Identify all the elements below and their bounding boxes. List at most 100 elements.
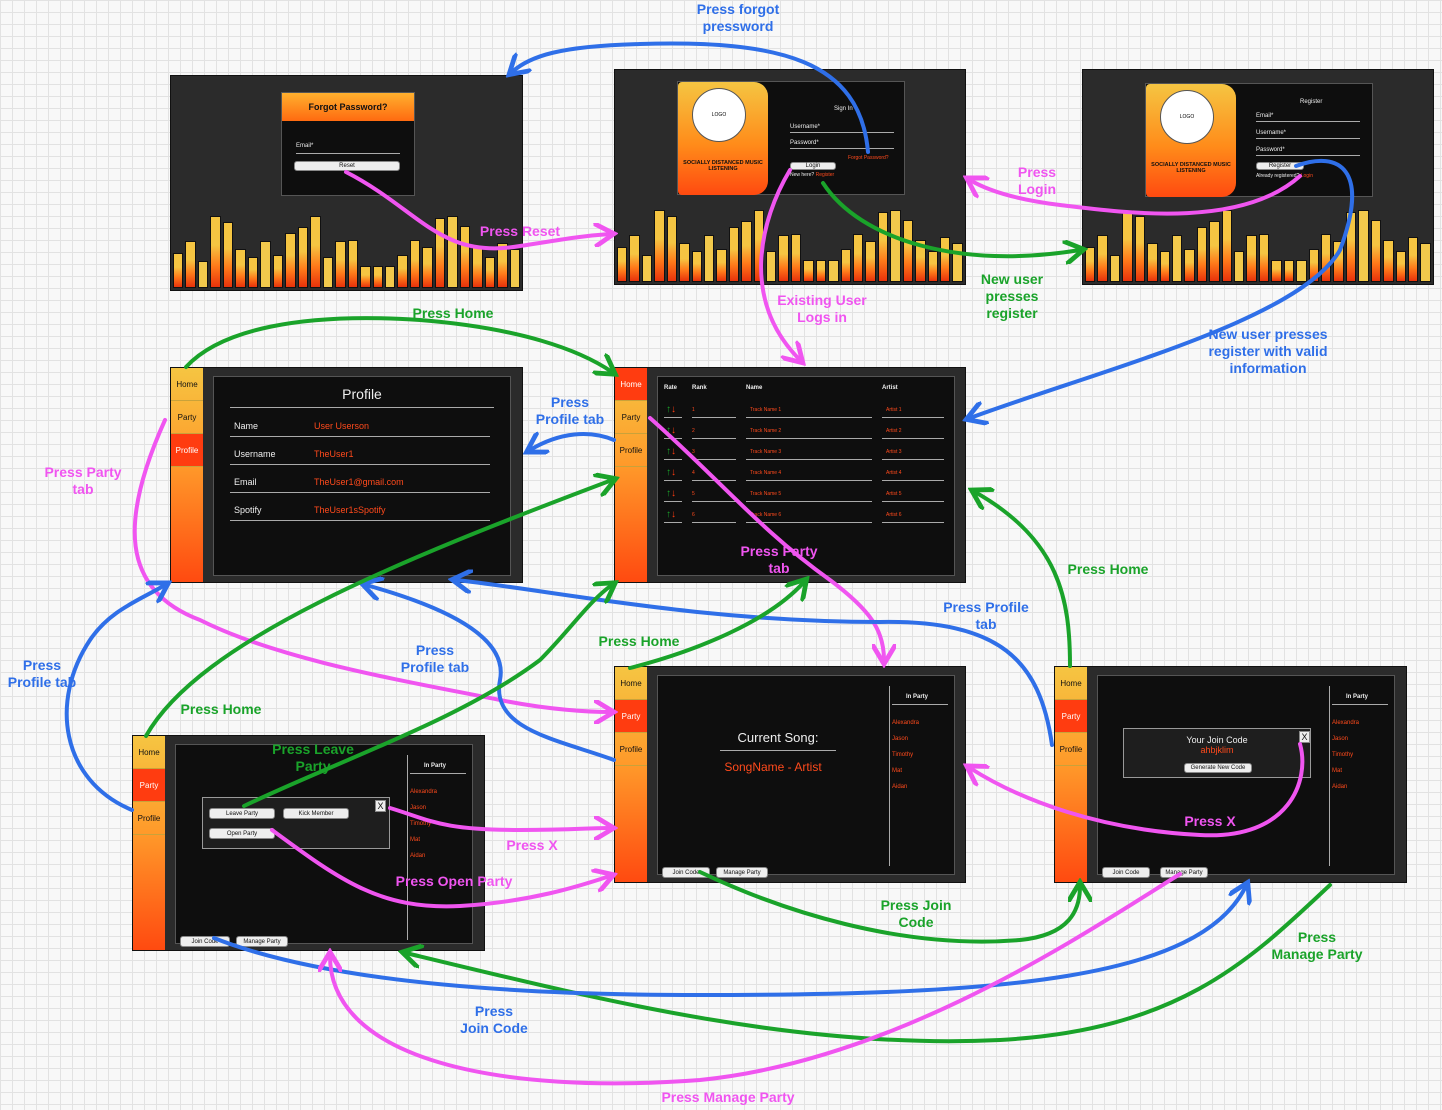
row-divider	[882, 417, 944, 418]
tab-profile[interactable]: Profile	[1055, 733, 1087, 766]
join-code-button[interactable]: Join Code	[662, 867, 710, 878]
leave-party-button[interactable]: Leave Party	[209, 808, 275, 819]
row-divider	[746, 417, 872, 418]
tab-party[interactable]: Party	[1055, 700, 1087, 733]
in-party-underline	[892, 704, 948, 705]
equalizer-bar	[853, 233, 864, 282]
equalizer-bar	[1370, 219, 1382, 282]
login-button[interactable]: Login	[790, 162, 836, 170]
label-press-profile-tab-mid: Press Profile tab	[400, 642, 470, 675]
open-party-button[interactable]: Open Party	[209, 828, 275, 839]
join-code-button[interactable]: Join Code	[180, 936, 230, 947]
members-list: Alexandra Jason Timothy Mat Aidan	[1332, 720, 1359, 800]
tab-profile[interactable]: Profile	[171, 434, 203, 467]
close-icon[interactable]: X	[1299, 731, 1310, 743]
manage-party-button[interactable]: Manage Party	[236, 936, 288, 947]
song-name: SongName - Artist	[724, 760, 822, 774]
member-name: Alexandra	[892, 720, 920, 726]
tab-home[interactable]: Home	[133, 736, 165, 769]
equalizer-bar	[260, 241, 271, 288]
equalizer-bar	[1221, 210, 1233, 282]
equalizer-bar	[1283, 260, 1295, 282]
manage-party-button[interactable]: Manage Party	[716, 867, 768, 878]
tab-profile[interactable]: Profile	[615, 733, 647, 766]
tab-party[interactable]: Party	[171, 401, 203, 434]
row-divider	[664, 438, 682, 439]
row-divider	[746, 438, 872, 439]
manage-party-button[interactable]: Manage Party	[1160, 867, 1208, 878]
equalizer-bar	[1109, 254, 1121, 282]
table-header: Name	[746, 385, 763, 391]
row-divider	[882, 501, 944, 502]
rate-arrows[interactable]: ↑↓	[666, 446, 676, 457]
rate-arrows[interactable]: ↑↓	[666, 404, 676, 415]
equalizer-bar	[1383, 239, 1394, 282]
rate-arrows[interactable]: ↑↓	[666, 509, 676, 520]
password-field[interactable]	[790, 148, 894, 149]
tab-home[interactable]: Home	[615, 667, 647, 700]
kick-member-button[interactable]: Kick Member	[283, 808, 349, 819]
register-button[interactable]: Register	[1256, 162, 1304, 170]
forgot-email-field[interactable]	[296, 153, 400, 154]
equalizer-bar	[1358, 210, 1369, 282]
equalizer-bar	[222, 221, 234, 288]
rate-arrows[interactable]: ↑↓	[666, 425, 676, 436]
tab-party[interactable]: Party	[133, 769, 165, 802]
party-screen: Home Party Profile Current Song: SongNam…	[614, 666, 966, 883]
forgot-password-link[interactable]: Forgot Password?	[848, 155, 889, 161]
equalizer-bar	[1258, 233, 1270, 282]
member-name: Jason	[410, 805, 427, 811]
label-press-home-mid: Press Home	[598, 633, 680, 649]
tab-home[interactable]: Home	[171, 368, 203, 401]
join-code-button[interactable]: Join Code	[1102, 867, 1150, 878]
reset-button[interactable]: Reset	[294, 161, 400, 171]
row-divider	[746, 459, 872, 460]
password-field[interactable]	[1256, 155, 1360, 156]
downvote-icon[interactable]: ↓	[671, 404, 676, 415]
row-divider	[692, 459, 736, 460]
tab-party[interactable]: Party	[615, 700, 647, 733]
email-label: Email*	[1256, 113, 1274, 119]
downvote-icon[interactable]: ↓	[671, 425, 676, 436]
register-link[interactable]: Register	[816, 172, 835, 178]
member-name: Timothy	[410, 821, 432, 827]
downvote-icon[interactable]: ↓	[671, 467, 676, 478]
login-link[interactable]: Login	[1301, 173, 1313, 179]
tab-profile[interactable]: Profile	[615, 434, 647, 467]
downvote-icon[interactable]: ↓	[671, 446, 676, 457]
username-field[interactable]	[1256, 138, 1360, 139]
label-press-home-top: Press Home	[412, 305, 494, 321]
username-field[interactable]	[790, 132, 894, 133]
downvote-icon[interactable]: ↓	[671, 488, 676, 499]
tab-party[interactable]: Party	[615, 401, 647, 434]
row-divider	[664, 417, 682, 418]
equalizer-bar	[828, 260, 839, 282]
equalizer-bar	[409, 239, 421, 288]
equalizer-bar	[1159, 250, 1170, 282]
downvote-icon[interactable]: ↓	[671, 509, 676, 520]
equalizer-bar	[741, 221, 752, 282]
sidebar: Home Party Profile	[133, 736, 165, 950]
row-divider	[882, 480, 944, 481]
equalizer-bar	[666, 215, 678, 282]
tab-home[interactable]: Home	[1055, 667, 1087, 700]
arrow-home-from-join	[975, 492, 1072, 668]
rate-arrows[interactable]: ↑↓	[666, 488, 676, 499]
tab-profile[interactable]: Profile	[133, 802, 165, 835]
generate-code-button[interactable]: Generate New Code	[1184, 763, 1252, 773]
equalizer-bars	[1085, 204, 1431, 282]
row-divider	[692, 438, 736, 439]
equalizer-bar	[1122, 210, 1133, 282]
label-existing-user: Existing User Logs in	[777, 292, 867, 325]
logo-card: LOGO SOCIALLY DISTANCED MUSIC LISTENING	[1146, 84, 1236, 197]
tab-home[interactable]: Home	[615, 368, 647, 401]
member-name: Aidan	[1332, 784, 1348, 790]
row-divider	[664, 522, 682, 523]
email-field[interactable]	[1256, 121, 1360, 122]
label-press-party-tab-left: Press Party tab	[44, 464, 122, 497]
rate-arrows[interactable]: ↑↓	[666, 467, 676, 478]
track-name: Track Name 3	[750, 449, 782, 455]
close-icon[interactable]: X	[375, 800, 386, 812]
logo: LOGO	[692, 88, 746, 142]
profile-row-divider	[230, 520, 490, 521]
